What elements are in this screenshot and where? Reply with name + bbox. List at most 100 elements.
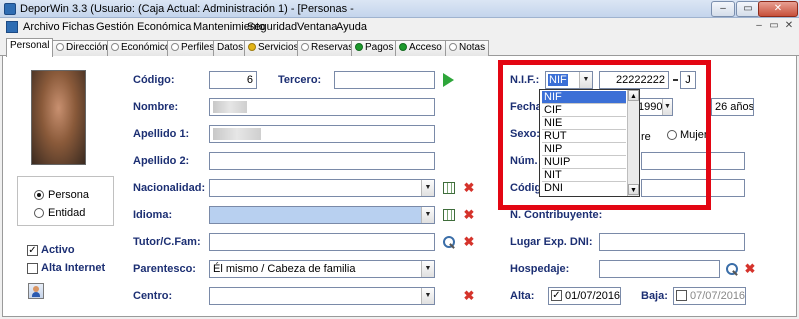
apellido1-field[interactable] <box>209 125 435 143</box>
baja-date-value: 07/07/2016 <box>690 290 746 302</box>
child-minimize-button[interactable]: ‒ <box>752 20 766 33</box>
person-photo[interactable] <box>31 70 86 165</box>
radio-icon <box>301 43 309 51</box>
nif-option[interactable]: NIE <box>542 117 626 130</box>
apellido2-field[interactable] <box>209 152 435 170</box>
menu-ayuda[interactable]: Ayuda <box>336 21 367 33</box>
dropdown-scrollbar[interactable]: ▲ ▼ <box>627 90 639 196</box>
centro-select[interactable]: ▼ <box>209 287 435 305</box>
alta-date-picker[interactable]: ✓ 01/07/2016 <box>548 287 621 305</box>
lugar-exp-label: Lugar Exp. DNI: <box>510 236 593 248</box>
grid-icon[interactable] <box>443 182 455 194</box>
delete-icon[interactable]: ✖ <box>463 289 475 302</box>
nif-type-dropdown-list: NIF CIF NIE RUT NIP NUIP NIT DNI ▲ ▼ <box>539 89 640 197</box>
entidad-radio[interactable] <box>34 208 44 218</box>
status-green-icon <box>355 43 363 51</box>
tab-label: Notas <box>459 42 486 53</box>
tab-label: Pagos <box>365 42 394 53</box>
tab-pagos[interactable]: Pagos <box>351 40 398 56</box>
apellido2-label: Apellido 2: <box>133 155 190 167</box>
tutor-label: Tutor/C.Fam: <box>133 236 201 248</box>
tab-label: Servicios <box>258 42 299 53</box>
tab-datos[interactable]: Datos <box>213 40 248 56</box>
activo-label: Activo <box>41 244 75 256</box>
parentesco-value: Él mismo / Cabeza de familia <box>213 263 356 275</box>
alta-date-value: 01/07/2016 <box>565 290 621 302</box>
scroll-down-icon[interactable]: ▼ <box>628 184 639 195</box>
parentesco-select[interactable]: Él mismo / Cabeza de familia ▼ <box>209 260 435 278</box>
persona-radio[interactable] <box>34 190 44 200</box>
tab-label: Dirección <box>66 42 108 53</box>
menu-ventana[interactable]: Ventana <box>297 21 337 33</box>
n-contribuyente-label: N. Contribuyente: <box>510 209 603 221</box>
restore-button[interactable]: ▭ <box>736 1 760 17</box>
radio-icon <box>111 43 119 51</box>
alta-date-checkbox[interactable]: ✓ <box>551 290 562 301</box>
apellido1-label: Apellido 1: <box>133 128 190 140</box>
tab-notas[interactable]: Notas <box>445 40 490 56</box>
status-green-icon <box>399 43 407 51</box>
idioma-select[interactable]: ▼ <box>209 206 435 224</box>
nif-option[interactable]: NIF <box>542 91 626 104</box>
delete-icon[interactable]: ✖ <box>744 262 756 275</box>
search-icon[interactable] <box>726 263 738 275</box>
nif-option[interactable]: NIT <box>542 169 626 182</box>
codigo-label: Código: <box>133 74 175 86</box>
alta-label: Alta: <box>510 290 535 302</box>
tab-acceso[interactable]: Acceso <box>395 40 446 56</box>
menu-seguridad[interactable]: Seguridad <box>247 21 297 33</box>
tercero-field[interactable] <box>334 71 435 89</box>
scroll-up-icon[interactable]: ▲ <box>628 90 639 101</box>
menu-fichas[interactable]: Fichas <box>62 21 94 33</box>
lugar-exp-field[interactable] <box>599 233 745 251</box>
play-icon[interactable] <box>443 73 454 87</box>
tab-bar: Personal Dirección Económico Perfiles Da… <box>0 38 799 57</box>
nif-option[interactable]: RUT <box>542 130 626 143</box>
redacted-text <box>213 101 247 113</box>
tercero-label: Tercero: <box>278 74 322 86</box>
delete-icon[interactable]: ✖ <box>463 208 475 221</box>
status-yellow-icon <box>248 43 256 51</box>
tab-label: Reservas <box>311 42 354 53</box>
persona-label: Persona <box>48 189 89 201</box>
baja-date-picker[interactable]: 07/07/2016 <box>673 287 746 305</box>
nif-option[interactable]: DNI <box>542 182 626 195</box>
tab-label: Acceso <box>409 42 442 53</box>
codigo-field[interactable]: 6 <box>209 71 257 89</box>
tab-direccion[interactable]: Dirección <box>52 40 112 56</box>
tab-label: Datos <box>217 42 244 53</box>
tab-perfiles[interactable]: Perfiles <box>167 40 219 56</box>
nif-option[interactable]: CIF <box>542 104 626 117</box>
centro-label: Centro: <box>133 290 173 302</box>
tab-servicios[interactable]: Servicios <box>244 40 303 56</box>
alta-internet-checkbox[interactable] <box>27 263 38 274</box>
delete-icon[interactable]: ✖ <box>463 181 475 194</box>
child-close-button[interactable]: ✕ <box>782 20 796 33</box>
hospedaje-field[interactable] <box>599 260 720 278</box>
baja-label: Baja: <box>641 290 668 302</box>
tab-personal[interactable]: Personal <box>6 38 54 57</box>
menu-archivo[interactable]: Archivo <box>23 21 60 33</box>
app-icon <box>4 3 16 15</box>
nif-option[interactable]: NIP <box>542 143 626 156</box>
idioma-label: Idioma: <box>133 209 173 221</box>
delete-icon[interactable]: ✖ <box>463 235 475 248</box>
user-icon[interactable] <box>28 283 44 299</box>
baja-date-checkbox[interactable] <box>676 290 687 301</box>
nombre-field[interactable] <box>209 98 435 116</box>
tutor-field[interactable] <box>209 233 435 251</box>
minimize-button[interactable]: ‒ <box>711 1 735 17</box>
close-button[interactable]: ✕ <box>758 1 798 17</box>
tab-reservas[interactable]: Reservas <box>297 40 358 56</box>
nacionalidad-select[interactable]: ▼ <box>209 179 435 197</box>
activo-checkbox[interactable]: ✓ <box>27 245 38 256</box>
child-restore-button[interactable]: ▭ <box>767 20 781 33</box>
chevron-down-icon: ▼ <box>421 261 434 277</box>
menu-gestion-economica[interactable]: Gestión Económica <box>96 21 191 33</box>
window-title: DeporWin 3.3 (Usuario: (Caja Actual: Adm… <box>20 3 354 15</box>
grid-icon[interactable] <box>443 209 455 221</box>
search-icon[interactable] <box>443 236 455 248</box>
nif-option[interactable]: NUIP <box>542 156 626 169</box>
parentesco-label: Parentesco: <box>133 263 196 275</box>
tab-economico[interactable]: Económico <box>107 40 175 56</box>
